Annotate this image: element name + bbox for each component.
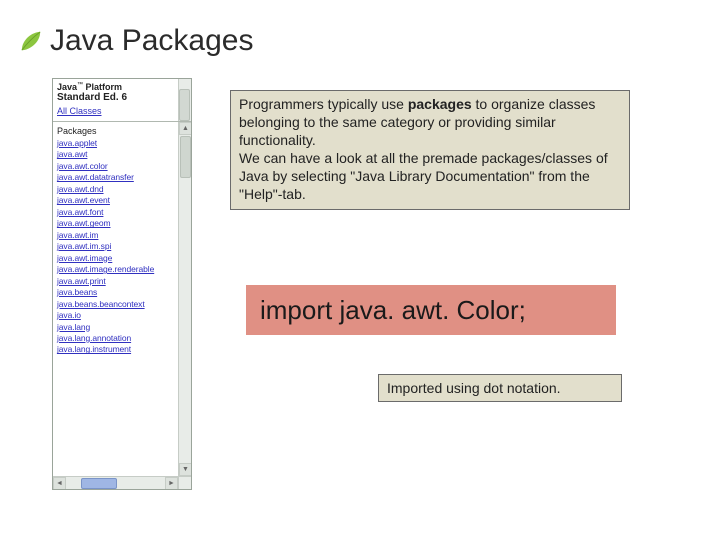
scroll-thumb[interactable] [179, 89, 190, 121]
scrollbar-vertical[interactable]: ▲ ▼ [178, 122, 191, 476]
package-link[interactable]: java.awt [57, 149, 176, 160]
description-callout: Programmers typically use packages to or… [230, 90, 630, 210]
javadoc-logo: Java™ Platform [57, 82, 187, 92]
scroll-right-icon[interactable]: ► [165, 477, 178, 489]
scroll-thumb[interactable] [180, 136, 191, 178]
package-link[interactable]: java.awt.color [57, 161, 176, 172]
scroll-down-icon[interactable]: ▼ [179, 463, 191, 476]
package-link[interactable]: java.awt.event [57, 195, 176, 206]
edition-text: Standard Ed. 6 [57, 92, 187, 103]
scrollbar-horizontal[interactable]: ◄ ► [53, 476, 178, 489]
scroll-corner [178, 476, 191, 489]
scroll-left-icon[interactable]: ◄ [53, 477, 66, 489]
platform-text: Platform [86, 82, 123, 92]
package-link[interactable]: java.awt.image.renderable [57, 264, 176, 275]
import-statement-box: import java. awt. Color; [246, 285, 616, 335]
package-link[interactable]: java.beans.beancontext [57, 299, 176, 310]
javadoc-pane: Java™ Platform Standard Ed. 6 All Classe… [52, 78, 192, 490]
package-link[interactable]: java.awt.font [57, 207, 176, 218]
leaf-icon [20, 30, 42, 52]
scroll-thumb[interactable] [81, 478, 117, 489]
package-link[interactable]: java.awt.im.spi [57, 241, 176, 252]
package-link[interactable]: java.beans [57, 287, 176, 298]
note-text: Imported using dot notation. [387, 380, 561, 396]
desc-text-1b: packages [408, 96, 472, 112]
tm-text: ™ [77, 82, 83, 88]
packages-heading: Packages [57, 126, 176, 136]
package-link[interactable]: java.awt.image [57, 253, 176, 264]
note-callout: Imported using dot notation. [378, 374, 622, 402]
import-statement-text: import java. awt. Color; [260, 295, 526, 326]
package-link[interactable]: java.awt.im [57, 230, 176, 241]
package-link[interactable]: java.awt.print [57, 276, 176, 287]
desc-text-2: We can have a look at all the premade pa… [239, 150, 608, 202]
all-classes-link[interactable]: All Classes [57, 106, 187, 116]
scroll-up-icon[interactable]: ▲ [179, 122, 191, 135]
package-link[interactable]: java.awt.geom [57, 218, 176, 229]
package-link[interactable]: java.awt.dnd [57, 184, 176, 195]
page-title: Java Packages [50, 24, 253, 58]
package-link[interactable]: java.awt.datatransfer [57, 172, 176, 183]
package-link[interactable]: java.lang.annotation [57, 333, 176, 344]
java-text: Java [57, 82, 77, 92]
javadoc-bottom-frame: Packages java.applet java.awt java.awt.c… [53, 122, 191, 489]
javadoc-top-frame: Java™ Platform Standard Ed. 6 All Classe… [53, 79, 191, 122]
desc-text-1a: Programmers typically use [239, 96, 408, 112]
package-link[interactable]: java.io [57, 310, 176, 321]
scrollbar-vertical[interactable] [178, 79, 191, 121]
package-link[interactable]: java.lang [57, 322, 176, 333]
package-link[interactable]: java.lang.instrument [57, 344, 176, 355]
package-link[interactable]: java.applet [57, 138, 176, 149]
